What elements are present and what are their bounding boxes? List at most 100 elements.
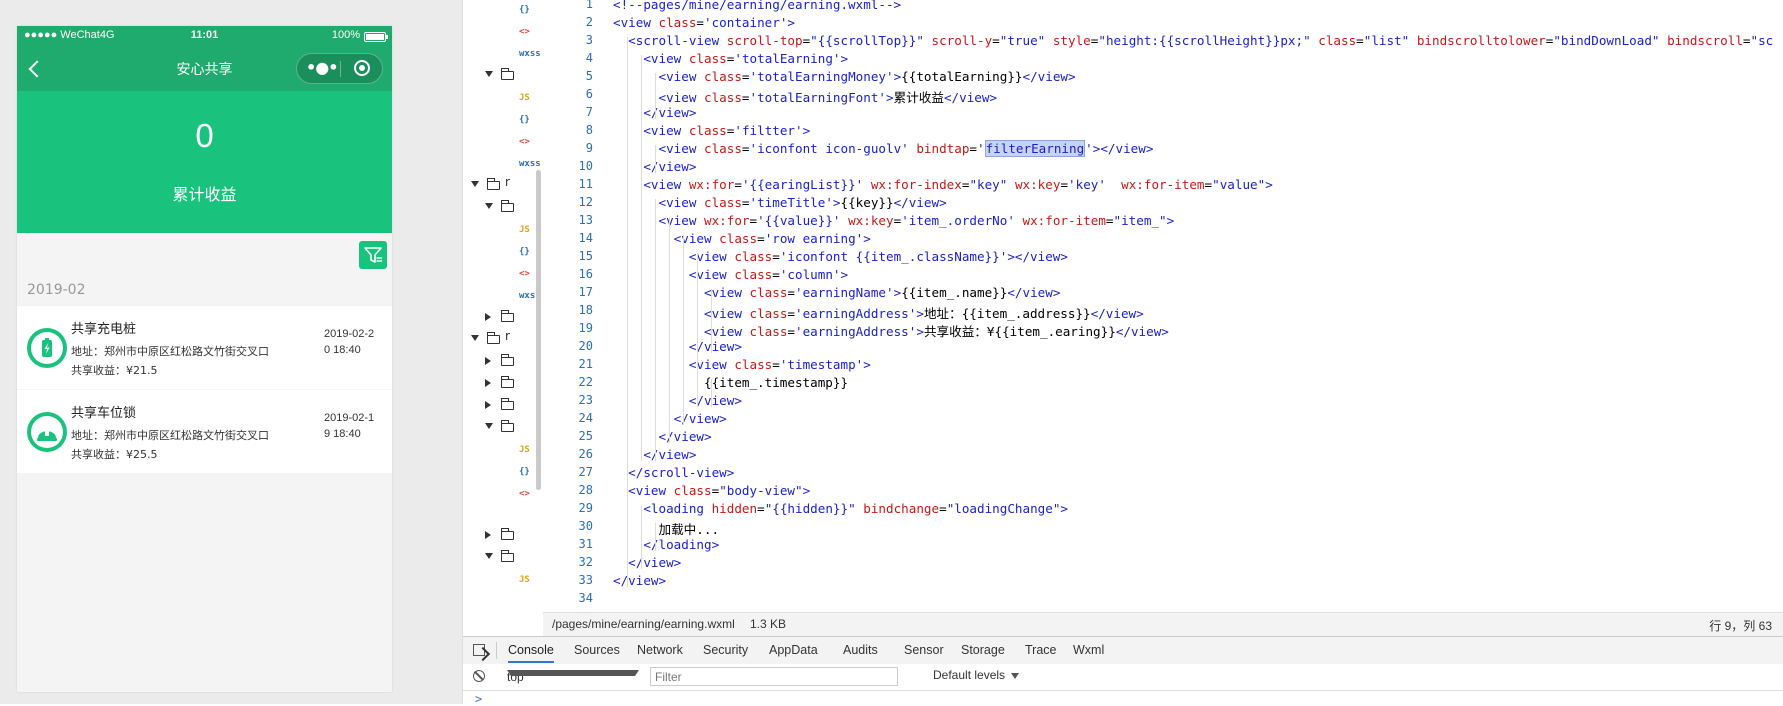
code-token: > — [1166, 213, 1175, 228]
console-filter-input[interactable] — [650, 667, 898, 686]
code-line[interactable]: <view class='timeTitle'>{{key}}</view> — [613, 195, 947, 210]
code-token: wx:for — [688, 177, 735, 192]
folder-icon[interactable] — [487, 178, 500, 190]
code-token: "loadingChange" — [946, 501, 1061, 516]
expand-arrow-icon[interactable] — [485, 423, 493, 429]
close-miniprogram-icon[interactable] — [354, 60, 370, 76]
file-tree-file[interactable]: JS — [519, 90, 530, 106]
collapse-arrow-icon[interactable] — [485, 379, 491, 387]
code-line[interactable]: <view class='totalEarningMoney'>{{totalE… — [613, 69, 1076, 84]
code-line[interactable]: <view class='iconfont {{item_.className}… — [613, 249, 1068, 264]
folder-icon[interactable] — [487, 332, 500, 344]
code-line[interactable]: <view class="body-view"> — [613, 483, 810, 498]
tab-divider — [496, 642, 497, 659]
folder-icon[interactable] — [501, 68, 514, 80]
code-line[interactable]: <view wx:for='{{value}}' wx:key='item_.o… — [613, 213, 1175, 228]
code-line[interactable]: <view wx:for='{{earingList}}' wx:for-ind… — [613, 177, 1272, 192]
code-line[interactable]: <view class='totalEarning'> — [613, 51, 848, 66]
code-line[interactable]: </view> — [613, 393, 742, 408]
line-number: 27 — [578, 465, 593, 479]
code-line[interactable]: <view class='totalEarningFont'>累计收益</vie… — [613, 87, 998, 106]
code-line[interactable]: </scroll-view> — [613, 465, 734, 480]
code-line[interactable]: <!--pages/mine/earning/earning.wxml--> — [613, 0, 901, 12]
code-token: > — [886, 90, 894, 105]
tab-trace[interactable]: Trace — [1025, 643, 1057, 657]
tab-sources[interactable]: Sources — [574, 643, 620, 657]
folder-icon[interactable] — [501, 528, 514, 540]
code-line[interactable]: </view> — [613, 573, 666, 588]
file-tree-file[interactable]: JS — [519, 222, 530, 238]
collapse-arrow-icon[interactable] — [485, 401, 491, 409]
expand-arrow-icon[interactable] — [485, 203, 493, 209]
tab-appdata[interactable]: AppData — [769, 643, 818, 657]
tab-wxml[interactable]: Wxml — [1073, 643, 1104, 657]
file-tree-scrollbar[interactable] — [536, 170, 541, 490]
code-line[interactable]: <loading hidden="{{hidden}}" bindchange=… — [613, 501, 1068, 516]
expand-arrow-icon[interactable] — [485, 553, 493, 559]
expand-arrow-icon[interactable] — [471, 335, 479, 341]
folder-icon[interactable] — [501, 420, 514, 432]
code-token: <view — [658, 141, 704, 156]
code-line[interactable]: 加载中... — [613, 519, 719, 538]
code-line[interactable]: <view class='timestamp'> — [613, 357, 871, 372]
code-line[interactable]: <view class='earningName'>{{item_.name}}… — [613, 285, 1060, 300]
code-line[interactable]: <view class='earningAddress'>地址：{{item_.… — [613, 303, 1144, 322]
folder-icon[interactable] — [501, 376, 514, 388]
file-tree-file[interactable]: <> — [519, 24, 530, 40]
tab-audits[interactable]: Audits — [843, 643, 878, 657]
tab-console[interactable]: Console — [508, 643, 554, 663]
code-line[interactable]: <scroll-view scroll-top="{{scrollTop}}" … — [613, 33, 1773, 48]
code-token: {{key}} — [840, 195, 894, 210]
line-number: 13 — [578, 213, 593, 227]
earning-row[interactable]: 共享车位锁 地址：郑州市中原区红松路文竹街交叉口 共享收益：¥25.5 2019… — [17, 390, 392, 473]
file-tree-file[interactable]: {} — [519, 244, 530, 260]
inspect-element-icon[interactable] — [473, 644, 485, 656]
code-token: <view — [673, 231, 720, 246]
context-select[interactable]: top — [505, 668, 645, 685]
code-token: = — [757, 501, 765, 516]
file-tree-file[interactable]: wxss — [519, 46, 541, 62]
collapse-arrow-icon[interactable] — [485, 357, 491, 365]
file-tree-file[interactable]: <> — [519, 486, 530, 502]
log-levels-dropdown[interactable]: Default levels — [933, 668, 1020, 682]
tab-sensor[interactable]: Sensor — [904, 643, 944, 657]
folder-icon[interactable] — [501, 200, 514, 212]
clear-console-icon[interactable] — [473, 670, 485, 682]
folder-icon[interactable] — [501, 398, 514, 410]
folder-icon[interactable] — [501, 310, 514, 322]
code-token: "true" — [999, 33, 1053, 48]
file-tree-file[interactable]: JS — [519, 572, 530, 588]
file-tree-file[interactable]: {} — [519, 2, 530, 18]
tab-network[interactable]: Network — [637, 643, 683, 657]
file-tree-file[interactable]: {} — [519, 112, 530, 128]
tab-storage[interactable]: Storage — [961, 643, 1005, 657]
more-dots-icon[interactable]: •●• — [306, 60, 338, 77]
code-token: </view> — [643, 159, 697, 174]
file-tree-file[interactable]: <> — [519, 134, 530, 150]
code-line[interactable]: <view class='container'> — [613, 15, 795, 30]
code-token: 'key' — [1068, 177, 1122, 192]
code-line[interactable]: </loading> — [613, 537, 719, 552]
file-tree-file[interactable]: JS — [519, 442, 530, 458]
earning-row[interactable]: 共享充电桩 地址：郑州市中原区红松路文竹街交叉口 共享收益：¥21.5 2019… — [17, 306, 392, 389]
code-editor[interactable]: 1 2 3 4 5 6 7 8 9 10 11 12 13 14 15 16 17 18 19 20 21 22 23 24 2… — [543, 0, 1783, 612]
code-line[interactable]: {{item_.timestamp}} — [613, 375, 848, 390]
collapse-arrow-icon[interactable] — [485, 531, 491, 539]
expand-arrow-icon[interactable] — [471, 181, 479, 187]
collapse-arrow-icon[interactable] — [485, 313, 491, 321]
code-line[interactable]: <view class='row earning'> — [613, 231, 871, 246]
code-line[interactable]: </view> — [613, 339, 742, 354]
code-token: class — [704, 141, 742, 156]
code-line[interactable]: <view class='iconfont icon-guolv' bindta… — [613, 140, 1153, 157]
file-tree-file[interactable]: {} — [519, 464, 530, 480]
code-line[interactable]: <view class='filtter'> — [613, 123, 810, 138]
filter-button[interactable] — [359, 241, 387, 269]
folder-icon[interactable] — [501, 354, 514, 366]
expand-arrow-icon[interactable] — [485, 71, 493, 77]
code-line[interactable]: <view class='column'> — [613, 267, 848, 282]
tab-security[interactable]: Security — [703, 643, 748, 657]
code-line[interactable]: </view> — [613, 555, 681, 570]
file-tree-file[interactable]: <> — [519, 266, 530, 282]
folder-icon[interactable] — [501, 550, 514, 562]
